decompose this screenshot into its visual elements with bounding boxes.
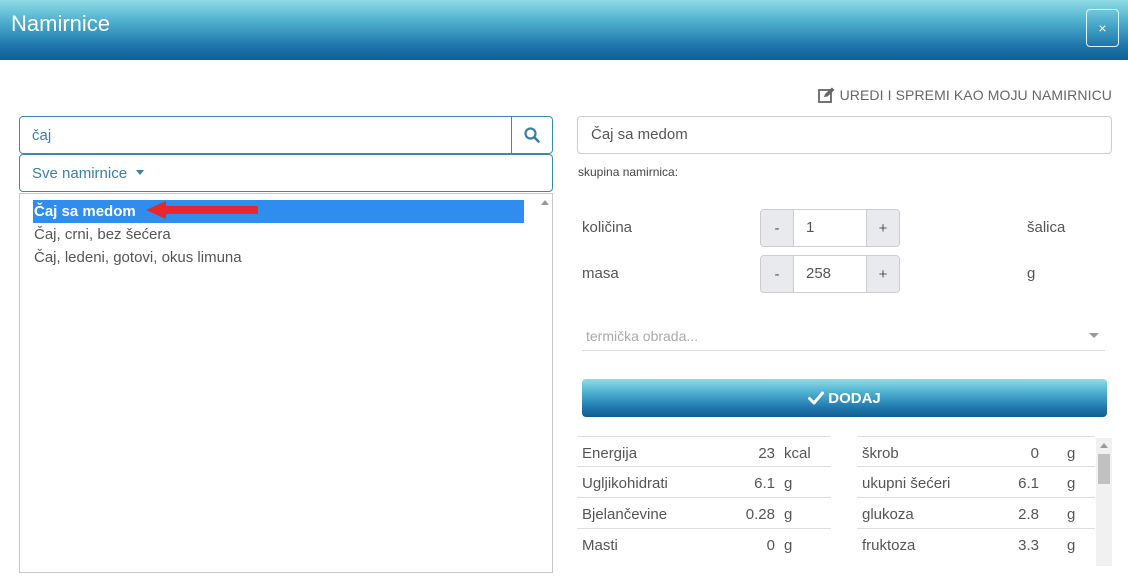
nutrition-row: Masti 0 g <box>577 529 831 560</box>
nutrition-table: Energija 23 kcal Ugljikohidrati 6.1 g Bj… <box>577 436 1112 576</box>
caret-down-icon <box>1089 333 1099 338</box>
food-name-field[interactable]: Čaj sa medom <box>577 116 1112 154</box>
nutrition-label: škrob <box>862 445 899 462</box>
food-filter-value: Sve namirnice <box>32 164 128 182</box>
nutrition-unit: g <box>1067 445 1076 462</box>
nutrition-value: 6.1 <box>754 475 775 492</box>
nutrition-row: Ugljikohidrati 6.1 g <box>577 467 831 498</box>
nutrition-unit: g <box>784 537 793 554</box>
nutrition-value: 0 <box>766 537 775 554</box>
dialog-titlebar: Namirnice × <box>0 0 1128 60</box>
add-button-label: DODAJ <box>828 389 881 407</box>
nutrition-value: 6.1 <box>1018 475 1039 492</box>
quantity-input[interactable]: 1 <box>793 210 867 246</box>
nutrition-row: Energija 23 kcal <box>577 436 831 467</box>
list-item[interactable]: Čaj, ledeni, gotovi, okus limuna <box>33 246 524 269</box>
nutrition-row: fruktoza 3.3 g <box>857 529 1095 560</box>
search-box <box>19 116 553 154</box>
nutrition-row: ukupni šećeri 6.1 g <box>857 467 1095 498</box>
list-item[interactable]: Čaj, crni, bez šećera <box>33 223 524 246</box>
add-button[interactable]: DODAJ <box>582 379 1107 417</box>
scroll-up-arrow-icon[interactable] <box>1100 443 1108 448</box>
nutrition-label: ukupni šećeri <box>862 475 951 492</box>
nutrition-value: 23 <box>758 445 775 462</box>
mass-label: masa <box>582 265 619 282</box>
nutrition-label: Ugljikohidrati <box>582 475 668 492</box>
nutrition-value: 2.8 <box>1018 506 1039 523</box>
nutrition-unit: kcal <box>784 445 811 462</box>
nutrition-scrollbar[interactable] <box>1096 438 1112 566</box>
edit-icon <box>817 87 835 103</box>
food-group-label: skupina namirnica: <box>578 165 679 179</box>
nutrition-unit: g <box>784 475 793 492</box>
list-item[interactable]: Čaj sa medom <box>33 200 524 223</box>
nutrition-label: Energija <box>582 445 638 462</box>
scrollbar-thumb[interactable] <box>1098 454 1110 484</box>
caret-down-icon <box>136 169 145 175</box>
nutrition-row: Bjelančevine 0.28 g <box>577 498 831 529</box>
quantity-label: količina <box>582 219 633 236</box>
nutrition-label: Masti <box>582 537 618 554</box>
nutrition-unit: g <box>1067 506 1076 523</box>
nutrition-row: glukoza 2.8 g <box>857 498 1095 529</box>
nutrition-label: fruktoza <box>862 537 916 554</box>
edit-save-label: UREDI I SPREMI KAO MOJU NAMIRNICU <box>839 87 1112 103</box>
nutrition-value: 0 <box>1030 445 1039 462</box>
mass-input[interactable]: 258 <box>793 256 867 292</box>
quantity-unit: šalica <box>1027 219 1066 236</box>
quantity-decrement-button[interactable]: - <box>761 210 793 246</box>
close-icon: × <box>1098 20 1107 36</box>
results-list: Čaj sa medom Čaj, crni, bez šećera Čaj, … <box>19 193 553 573</box>
dialog-title: Namirnice <box>11 11 111 36</box>
mass-stepper: - 258 + <box>760 255 900 293</box>
search-button[interactable] <box>511 117 552 153</box>
mass-increment-button[interactable]: + <box>867 256 899 292</box>
nutrition-unit: g <box>1067 537 1076 554</box>
thermal-processing-select[interactable]: termička obrada... <box>582 320 1105 351</box>
nutrition-label: Bjelančevine <box>582 506 668 523</box>
quantity-increment-button[interactable]: + <box>867 210 899 246</box>
food-filter-dropdown[interactable]: Sve namirnice <box>19 154 553 192</box>
nutrition-unit: g <box>1067 475 1076 492</box>
annotation-arrow-icon <box>146 201 258 219</box>
mass-unit: g <box>1027 265 1036 282</box>
nutrition-value: 3.3 <box>1018 537 1039 554</box>
edit-save-link[interactable]: UREDI I SPREMI KAO MOJU NAMIRNICU <box>817 87 1112 103</box>
scroll-up-arrow-icon[interactable] <box>541 200 549 205</box>
thermal-processing-placeholder: termička obrada... <box>586 328 699 344</box>
search-icon <box>524 127 540 143</box>
nutrition-value: 0.28 <box>745 506 775 523</box>
checkmark-icon <box>808 391 825 405</box>
mass-decrement-button[interactable]: - <box>761 256 793 292</box>
nutrition-row: škrob 0 g <box>857 436 1095 467</box>
quantity-stepper: - 1 + <box>760 209 900 247</box>
search-input[interactable] <box>20 117 512 153</box>
nutrition-label: glukoza <box>862 506 914 523</box>
nutrition-unit: g <box>784 506 793 523</box>
close-button[interactable]: × <box>1086 9 1119 47</box>
